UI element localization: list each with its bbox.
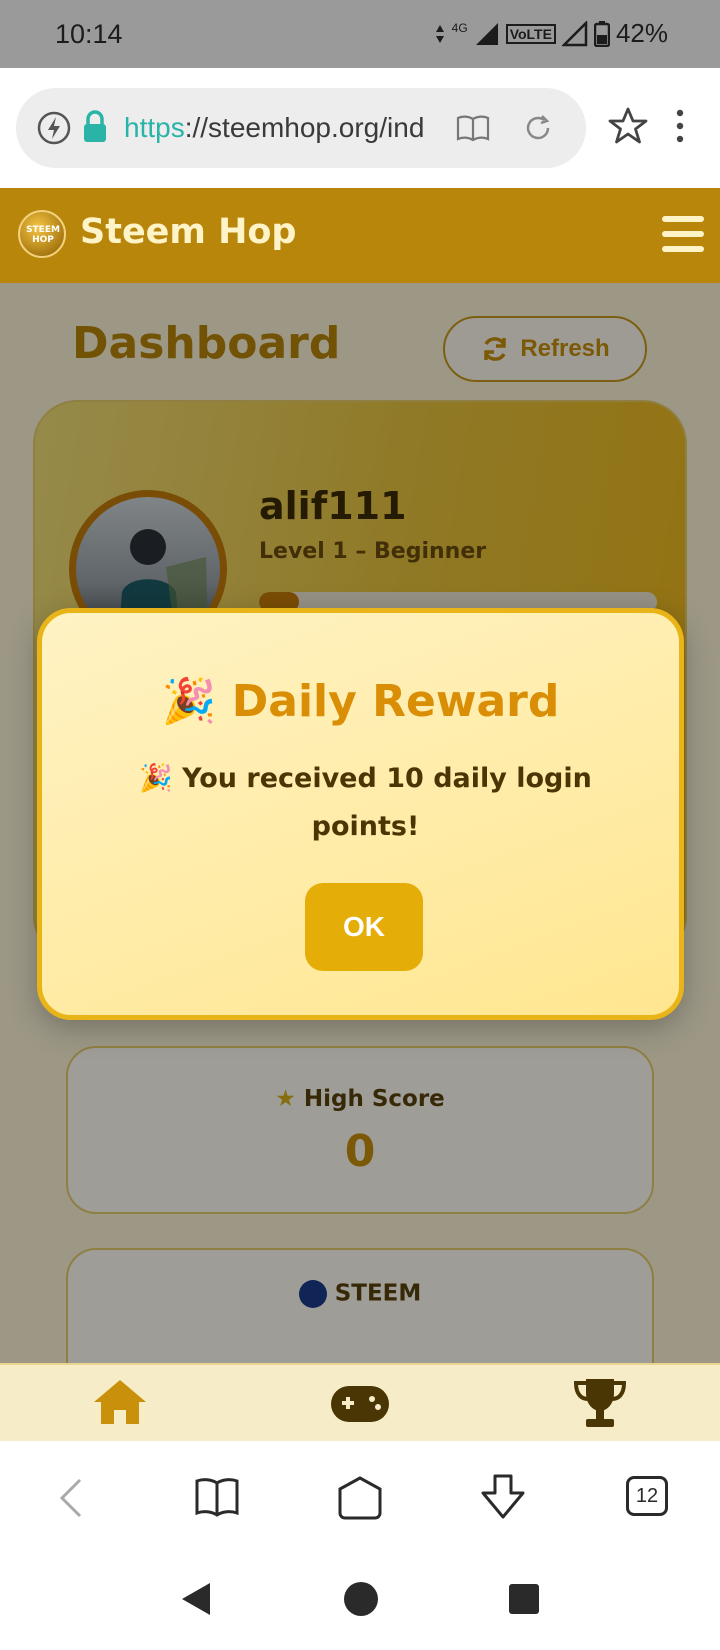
network-type-label: 4G [451,20,468,35]
nav-home-icon[interactable] [343,1581,379,1617]
modal-title: 🎉 Daily Reward [161,676,560,727]
data-arrows-icon [435,24,444,43]
brand-name[interactable]: Steem Hop [80,212,296,252]
status-time: 10:14 [55,19,123,49]
trophy-icon[interactable] [572,1377,628,1429]
home-icon[interactable] [92,1377,148,1427]
android-nav-bar [0,1551,720,1650]
bookmark-star-icon[interactable] [608,106,648,146]
bookmarks-icon[interactable] [194,1477,240,1517]
url-scheme: https [124,112,185,143]
signal-icon-2 [561,20,588,46]
lock-icon [84,110,106,142]
home-browser-icon[interactable] [337,1475,383,1521]
battery-percent: 42% [615,18,668,48]
gamepad-icon[interactable] [330,1385,390,1423]
volte-badge: VoLTE [505,23,556,44]
reload-icon[interactable] [522,112,554,144]
hamburger-menu-icon[interactable] [662,216,704,254]
web-content: STEEM HOP Steem Hop Dashboard Refresh al… [0,188,720,1441]
bottom-nav [0,1363,720,1441]
status-bar: 10:14 4G VoLTE 42% [0,0,720,68]
browser-toolbar: https://steemhop.org/ind [0,68,720,188]
app-header: STEEM HOP Steem Hop [0,188,720,283]
overflow-menu-icon[interactable] [672,108,688,144]
back-icon[interactable] [56,1477,86,1519]
status-icons: 4G VoLTE 42% [434,18,668,49]
tab-switcher-button[interactable]: 12 [626,1476,668,1516]
modal-message: 🎉 You received 10 daily login points! [139,763,592,842]
signal-icon [475,22,498,45]
nav-recents-icon[interactable] [508,1583,540,1615]
daily-reward-modal: 🎉 Daily Reward 🎉 You received 10 daily l… [37,608,684,1020]
nav-back-icon[interactable] [180,1581,212,1617]
ok-button[interactable]: OK [305,883,423,971]
battery-icon [593,20,610,47]
downloads-icon[interactable] [479,1473,527,1521]
url-path: ://steemhop.org/ind [184,112,425,143]
browser-bottom-bar: 12 [0,1441,720,1551]
address-bar[interactable]: https://steemhop.org/ind [16,88,586,168]
url-text[interactable]: https://steemhop.org/ind [124,112,454,144]
reader-mode-icon[interactable] [456,114,490,142]
steem-hop-logo[interactable]: STEEM HOP [18,210,66,258]
lightning-icon[interactable] [36,110,72,146]
logo-text: STEEM HOP [26,225,60,245]
